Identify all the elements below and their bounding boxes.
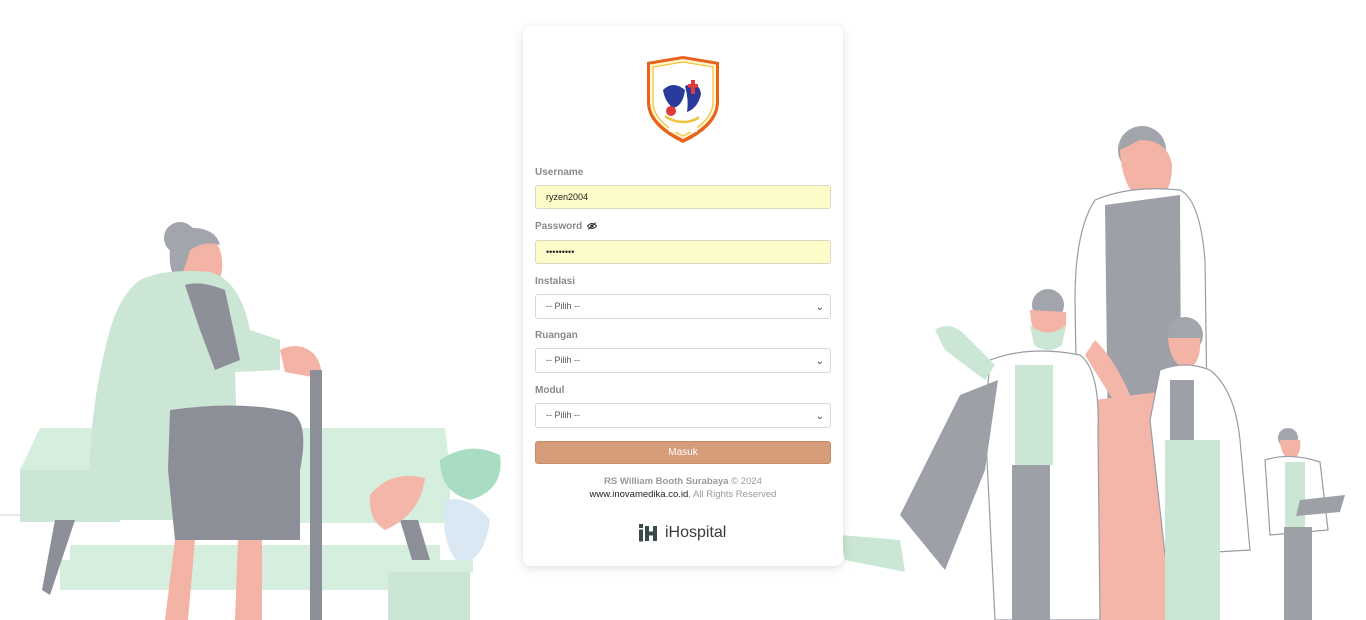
modul-select[interactable]: -- Pilih -- ⌄ [535, 403, 831, 428]
ruangan-select[interactable]: -- Pilih -- ⌄ [535, 348, 831, 373]
instalasi-label: Instalasi [535, 276, 576, 287]
login-card: Username ryzen2004 Password ••••••••• In… [523, 26, 843, 566]
hospital-logo [647, 56, 719, 143]
ihospital-brand: iHospital [639, 523, 726, 543]
username-input[interactable]: ryzen2004 [535, 185, 831, 209]
footer-rights-text: , All Rights Reserved [688, 489, 777, 500]
footer-org-name: RS William Booth Surabaya [604, 476, 729, 487]
password-input[interactable]: ••••••••• [535, 240, 831, 264]
chevron-down-icon: ⌄ [815, 411, 824, 422]
footer-site-link[interactable]: www.inovamedika.co.id [590, 489, 689, 500]
instalasi-selected-value: -- Pilih -- [546, 301, 580, 311]
ruangan-label: Ruangan [535, 330, 578, 341]
instalasi-select[interactable]: -- Pilih -- ⌄ [535, 294, 831, 319]
ihospital-logo-icon [639, 524, 657, 542]
footer-copyright: RS William Booth Surabaya © 2024 [523, 476, 843, 487]
login-submit-button[interactable]: Masuk [535, 441, 831, 464]
footer-rights: www.inovamedika.co.id, All Rights Reserv… [523, 489, 843, 500]
modul-label: Modul [535, 385, 565, 396]
toggle-password-visibility-icon[interactable] [587, 222, 598, 231]
password-label: Password [535, 221, 598, 232]
chevron-down-icon: ⌄ [815, 302, 824, 313]
password-label-text: Password [535, 221, 583, 232]
medical-team-illustration [840, 126, 1345, 620]
footer-copyright-year: © 2024 [731, 476, 762, 487]
modul-selected-value: -- Pilih -- [546, 410, 580, 420]
username-label: Username [535, 167, 584, 178]
ihospital-brand-name: iHospital [665, 524, 727, 541]
chevron-down-icon: ⌄ [815, 356, 824, 367]
ruangan-selected-value: -- Pilih -- [546, 355, 580, 365]
